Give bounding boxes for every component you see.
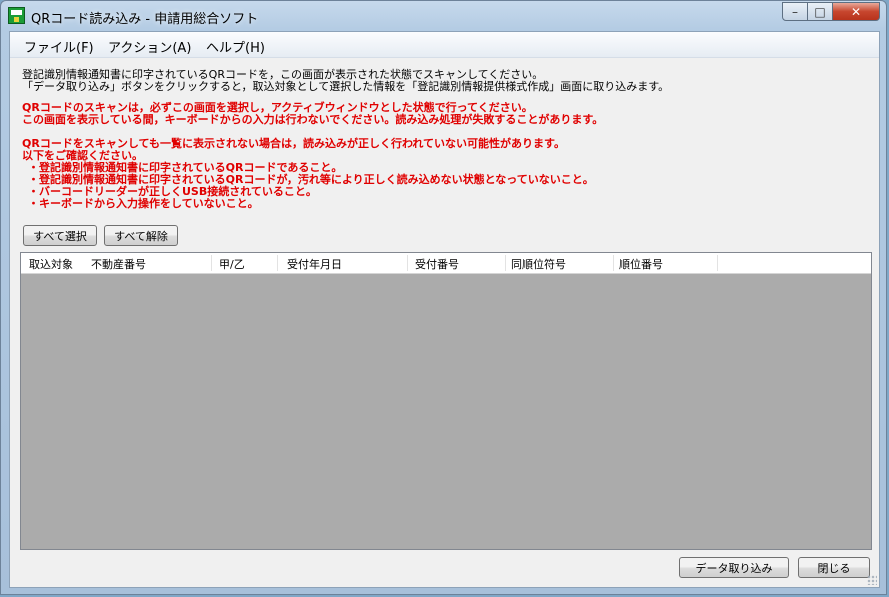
maximize-icon: □: [814, 4, 826, 19]
menu-action[interactable]: アクション(A): [108, 37, 191, 56]
app-icon: [8, 7, 25, 24]
client-area: ファイル(F) アクション(A) ヘルプ(H) 登記識別情報通知書に印字されてい…: [9, 31, 880, 588]
column-header-property-number[interactable]: 不動産番号: [91, 256, 146, 272]
title-bar[interactable]: QRコード読み込み - 申請用総合ソフト – □ ✕: [1, 1, 886, 31]
maximize-button[interactable]: □: [807, 2, 833, 21]
column-separator[interactable]: [505, 255, 506, 271]
column-header-import-target[interactable]: 取込対象: [29, 256, 73, 272]
select-all-button[interactable]: すべて選択: [23, 225, 97, 246]
application-window: QRコード読み込み - 申請用総合ソフト – □ ✕ ファイル(F) アクション…: [0, 0, 887, 595]
window-title: QRコード読み込み - 申請用総合ソフト: [31, 12, 259, 27]
table-header: 取込対象 不動産番号 甲/乙 受付年月日 受付番号 同順位符号 順位番号: [21, 253, 871, 274]
column-separator[interactable]: [613, 255, 614, 271]
column-separator[interactable]: [717, 255, 718, 271]
warning-no-keyboard: この画面を表示している間，キーボードからの入力は行わないでください。読み込み処理…: [22, 113, 604, 126]
close-icon: ✕: [850, 4, 862, 19]
column-separator[interactable]: [277, 255, 278, 271]
menu-bar: ファイル(F) アクション(A) ヘルプ(H): [10, 32, 879, 58]
column-separator[interactable]: [211, 255, 212, 271]
minimize-button[interactable]: –: [782, 2, 808, 21]
close-button[interactable]: 閉じる: [798, 557, 870, 578]
qr-data-table[interactable]: 取込対象 不動産番号 甲/乙 受付年月日 受付番号 同順位符号 順位番号: [20, 252, 872, 550]
instruction-line-2: 「データ取り込み」ボタンをクリックすると，取込対象として選択した情報を「登記識別…: [22, 80, 670, 93]
column-header-receipt-number[interactable]: 受付番号: [415, 256, 459, 272]
column-header-receipt-date[interactable]: 受付年月日: [287, 256, 342, 272]
minimize-icon: –: [792, 4, 798, 19]
column-header-kou-otsu[interactable]: 甲/乙: [219, 256, 245, 272]
deselect-all-button[interactable]: すべて解除: [104, 225, 178, 246]
check-item: ・キーボードから入力操作をしていないこと。: [28, 197, 259, 210]
column-separator[interactable]: [407, 255, 408, 271]
import-data-button[interactable]: データ取り込み: [679, 557, 789, 578]
menu-file[interactable]: ファイル(F): [24, 37, 94, 56]
close-window-button[interactable]: ✕: [832, 2, 880, 21]
column-header-same-rank-code[interactable]: 同順位符号: [511, 256, 566, 272]
resize-grip[interactable]: [867, 575, 877, 585]
column-header-rank-number[interactable]: 順位番号: [619, 256, 663, 272]
menu-help[interactable]: ヘルプ(H): [206, 37, 265, 56]
